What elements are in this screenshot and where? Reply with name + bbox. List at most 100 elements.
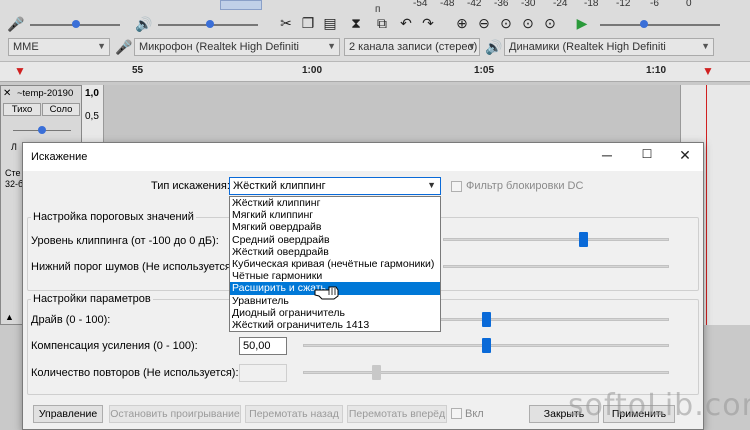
- copy-icon[interactable]: ❐: [298, 14, 318, 32]
- repeats-input: [239, 364, 287, 382]
- microphone-icon: 🎤: [115, 38, 133, 55]
- chevron-down-icon: ▼: [327, 41, 336, 51]
- fit-selection-icon[interactable]: ⊙: [496, 14, 516, 32]
- timeline-label: 1:00: [302, 65, 323, 76]
- meter-tick: 0: [686, 0, 692, 9]
- microphone-icon: 🎤: [7, 15, 25, 32]
- enable-checkbox[interactable]: [451, 408, 462, 419]
- distortion-option[interactable]: Жёсткий овердрайв: [230, 246, 440, 258]
- distortion-type-label: Тип искажения:: [151, 180, 230, 192]
- play-at-speed-icon[interactable]: ▶: [572, 14, 592, 32]
- dc-filter-checkbox[interactable]: [451, 181, 462, 192]
- recording-channels-value: 2 канала записи (стерео): [349, 41, 478, 53]
- clipping-level-thumb[interactable]: [579, 232, 589, 247]
- noise-floor-label: Нижний порог шумов (Не используется):: [31, 261, 238, 273]
- zoom-out-icon[interactable]: ⊖: [474, 14, 494, 32]
- dialog-titlebar[interactable]: Искажение ─ ☐ ✕: [23, 143, 703, 171]
- distortion-option[interactable]: Средний овердрайв: [230, 234, 440, 246]
- timeline-label: 1:05: [474, 65, 495, 76]
- ruler-label: 0,5: [85, 111, 99, 122]
- track-info-text: 32-б: [5, 179, 24, 189]
- ruler-label: 1,0: [85, 88, 99, 99]
- recording-channels-select[interactable]: 2 канала записи (стерео) ▼: [344, 38, 480, 56]
- paste-icon[interactable]: ▤: [320, 14, 340, 32]
- track-gain-thumb[interactable]: [38, 126, 46, 134]
- maximize-icon[interactable]: ☐: [637, 147, 657, 165]
- clipping-level-label: Уровень клиппинга (от -100 до 0 дБ):: [31, 235, 219, 247]
- distortion-type-value: Жёсткий клиппинг: [233, 180, 326, 192]
- minimize-icon[interactable]: ─: [597, 147, 617, 165]
- recording-device-select[interactable]: Микрофон (Realtek High Definiti ▼: [134, 38, 340, 56]
- fit-project-icon[interactable]: ⊙: [518, 14, 538, 32]
- play-head-line: [706, 85, 707, 325]
- rewind-button: Перемотать назад: [245, 405, 343, 423]
- trim-icon[interactable]: ⧗: [346, 14, 366, 32]
- meter-tick: -18: [584, 0, 599, 9]
- meter-tick: -30: [521, 0, 536, 9]
- noise-floor-slider: [443, 265, 669, 268]
- playback-volume-thumb[interactable]: [206, 20, 214, 28]
- zoom-in-icon[interactable]: ⊕: [452, 14, 472, 32]
- solo-button[interactable]: Соло: [42, 103, 80, 116]
- params-group-title: Настройки параметров: [31, 293, 153, 305]
- manage-button[interactable]: Управление: [33, 405, 103, 423]
- undo-icon[interactable]: ↶: [396, 14, 416, 32]
- distortion-type-select[interactable]: Жёсткий клиппинг ▼: [229, 177, 441, 195]
- close-icon[interactable]: ✕: [675, 147, 695, 165]
- mute-button[interactable]: Тихо: [3, 103, 41, 116]
- hand-pointer-icon: [314, 286, 339, 300]
- distortion-option[interactable]: Жёсткий ограничитель 1413: [230, 319, 440, 331]
- record-button[interactable]: [220, 0, 262, 10]
- play-speed-slider[interactable]: [600, 24, 720, 26]
- recording-device-value: Микрофон (Realtek High Definiti: [139, 41, 299, 53]
- pan-left-label: Л: [11, 142, 17, 152]
- audio-host-select[interactable]: MME ▼: [8, 38, 110, 56]
- distortion-option[interactable]: Мягкий клиппинг: [230, 209, 440, 221]
- distortion-option[interactable]: Мягкий овердрайв: [230, 221, 440, 233]
- cut-icon[interactable]: ✂: [276, 14, 296, 32]
- distortion-option[interactable]: Кубическая кривая (нечётные гармоники): [230, 258, 440, 270]
- collapse-track-icon[interactable]: ▲: [5, 312, 14, 322]
- stop-playback-button: Остановить проигрывание: [109, 405, 241, 423]
- play-region-end-icon[interactable]: ▼: [702, 64, 714, 78]
- play-region-start-icon[interactable]: ▼: [14, 64, 26, 78]
- timeline-label: 1:10: [646, 65, 667, 76]
- fast-forward-button: Перемотать вперёд: [347, 405, 447, 423]
- chevron-down-icon: ▼: [97, 41, 106, 51]
- distortion-option[interactable]: Чётные гармоники: [230, 270, 440, 282]
- redo-icon[interactable]: ↷: [418, 14, 438, 32]
- audio-host-value: MME: [13, 41, 39, 53]
- repeats-slider: [303, 371, 669, 374]
- meter-tick: -42: [467, 0, 482, 9]
- close-track-icon[interactable]: ✕: [3, 88, 15, 100]
- dialog-title: Искажение: [31, 151, 88, 163]
- distortion-type-options[interactable]: Жёсткий клиппинг Мягкий клиппинг Мягкий ов…: [229, 196, 441, 333]
- main-toolbar: -54 -48 -42 -36 -30 -24 -18 -12 -6 0 п 🎤…: [0, 0, 750, 62]
- drive-thumb[interactable]: [482, 312, 491, 327]
- meter-tick: -12: [616, 0, 631, 9]
- track-info-text: Сте: [5, 168, 21, 178]
- clipping-level-slider[interactable]: [443, 238, 669, 241]
- playback-device-select[interactable]: Динамики (Realtek High Definiti ▼: [504, 38, 714, 56]
- timeline-ruler[interactable]: ▼ 55 1:00 1:05 1:10 ▼: [0, 62, 750, 82]
- dc-filter-label: Фильтр блокировки DC: [466, 180, 584, 192]
- track-name-menu[interactable]: ~temp-20190: [17, 88, 79, 100]
- speaker-icon: 🔊: [135, 15, 153, 32]
- chevron-down-icon: ▼: [427, 180, 436, 190]
- gain-compensation-thumb[interactable]: [482, 338, 491, 353]
- zoom-toggle-icon[interactable]: ⊙: [540, 14, 560, 32]
- timeline-label: 55: [132, 65, 144, 76]
- meter-tick: -36: [494, 0, 509, 9]
- enable-label: Вкл: [465, 408, 484, 420]
- silence-icon[interactable]: ⧉: [372, 14, 392, 32]
- recording-volume-thumb[interactable]: [72, 20, 80, 28]
- repeats-label: Количество повторов (Не используется):: [31, 367, 239, 379]
- distortion-option[interactable]: Диодный ограничитель: [230, 307, 440, 319]
- speaker-icon: 🔊: [485, 38, 503, 55]
- chevron-down-icon: ▼: [467, 41, 476, 51]
- watermark-logo: softoLib.com: [568, 388, 750, 423]
- distortion-option[interactable]: Жёсткий клиппинг: [230, 197, 440, 209]
- gain-compensation-input[interactable]: 50,00: [239, 337, 287, 355]
- play-speed-thumb[interactable]: [640, 20, 648, 28]
- repeats-thumb: [372, 365, 382, 380]
